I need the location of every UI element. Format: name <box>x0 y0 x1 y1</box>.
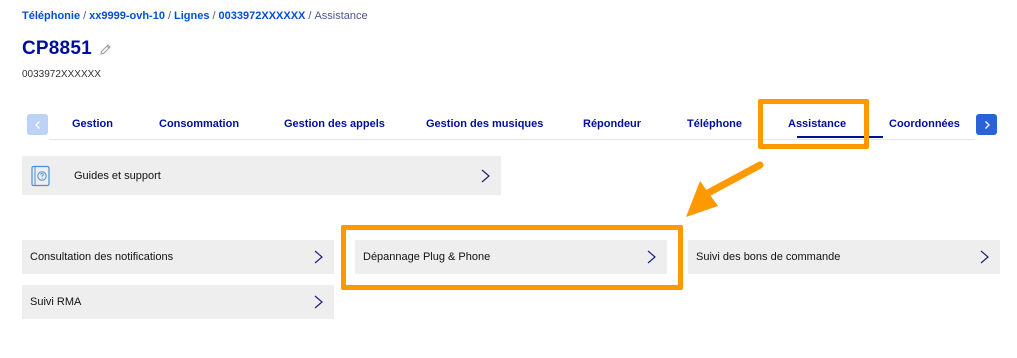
tabs-prev-button[interactable] <box>27 114 48 135</box>
chevron-right-icon <box>984 120 990 129</box>
tab-gestion-des-musiques[interactable]: Gestion des musiques <box>426 118 543 130</box>
chevron-right-icon <box>481 169 490 182</box>
breadcrumb-link-account[interactable]: xx9999-ovh-10 <box>89 10 165 22</box>
breadcrumb-link-lignes[interactable]: Lignes <box>174 10 209 22</box>
plug-phone-card-label: Dépannage Plug & Phone <box>363 251 491 263</box>
notifications-card[interactable]: Consultation des notifications <box>22 240 334 274</box>
breadcrumb: Téléphonie / xx9999-ovh-10/Lignes/0033972X… <box>22 10 368 22</box>
guides-card-content: Guides et support <box>30 165 161 187</box>
tab-telephone[interactable]: Téléphone <box>687 118 742 130</box>
tabs-next-button[interactable] <box>976 114 997 135</box>
rma-card[interactable]: Suivi RMA <box>22 285 334 319</box>
rma-card-label: Suivi RMA <box>30 296 82 308</box>
breadcrumb-link-line-number[interactable]: 0033972XXXXXX <box>219 10 306 22</box>
guides-support-card[interactable]: Guides et support <box>22 156 501 195</box>
tab-coordonnees[interactable]: Coordonnées <box>889 118 960 130</box>
tab-gestion[interactable]: Gestion <box>72 118 113 130</box>
page-subtitle: 0033972XXXXXX <box>22 69 101 80</box>
breadcrumb-current: Assistance <box>314 10 368 22</box>
orders-card[interactable]: Suivi des bons de commande <box>688 240 1000 274</box>
page-title: CP8851 <box>22 38 92 59</box>
pencil-icon[interactable] <box>99 43 112 56</box>
guide-book-icon <box>30 165 52 187</box>
plug-phone-card[interactable]: Dépannage Plug & Phone <box>355 240 667 274</box>
tab-consommation[interactable]: Consommation <box>159 118 239 130</box>
breadcrumb-separator: / <box>308 10 312 22</box>
tab-repondeur[interactable]: Répondeur <box>583 118 641 130</box>
chevron-right-icon <box>314 295 323 309</box>
notifications-card-label: Consultation des notifications <box>30 251 174 263</box>
title-row: CP8851 <box>22 38 112 60</box>
tab-gestion-des-appels[interactable]: Gestion des appels <box>284 118 385 130</box>
tab-active-indicator <box>797 136 883 138</box>
tab-bar: Gestion Consommation Gestion des appels … <box>27 114 997 140</box>
chevron-right-icon <box>314 250 323 264</box>
tab-assistance[interactable]: Assistance <box>788 118 846 130</box>
chevron-right-icon <box>980 250 989 264</box>
chevron-left-icon <box>34 120 40 129</box>
breadcrumb-link-telephonie[interactable]: Téléphonie <box>22 10 80 22</box>
breadcrumb-separator: / <box>167 10 172 22</box>
breadcrumb-separator: / <box>83 10 87 22</box>
tab-bar-divider <box>49 139 975 140</box>
orders-card-label: Suivi des bons de commande <box>696 251 841 263</box>
guides-card-label: Guides et support <box>74 169 161 182</box>
breadcrumb-separator: / <box>212 10 216 22</box>
chevron-right-icon <box>647 250 656 264</box>
